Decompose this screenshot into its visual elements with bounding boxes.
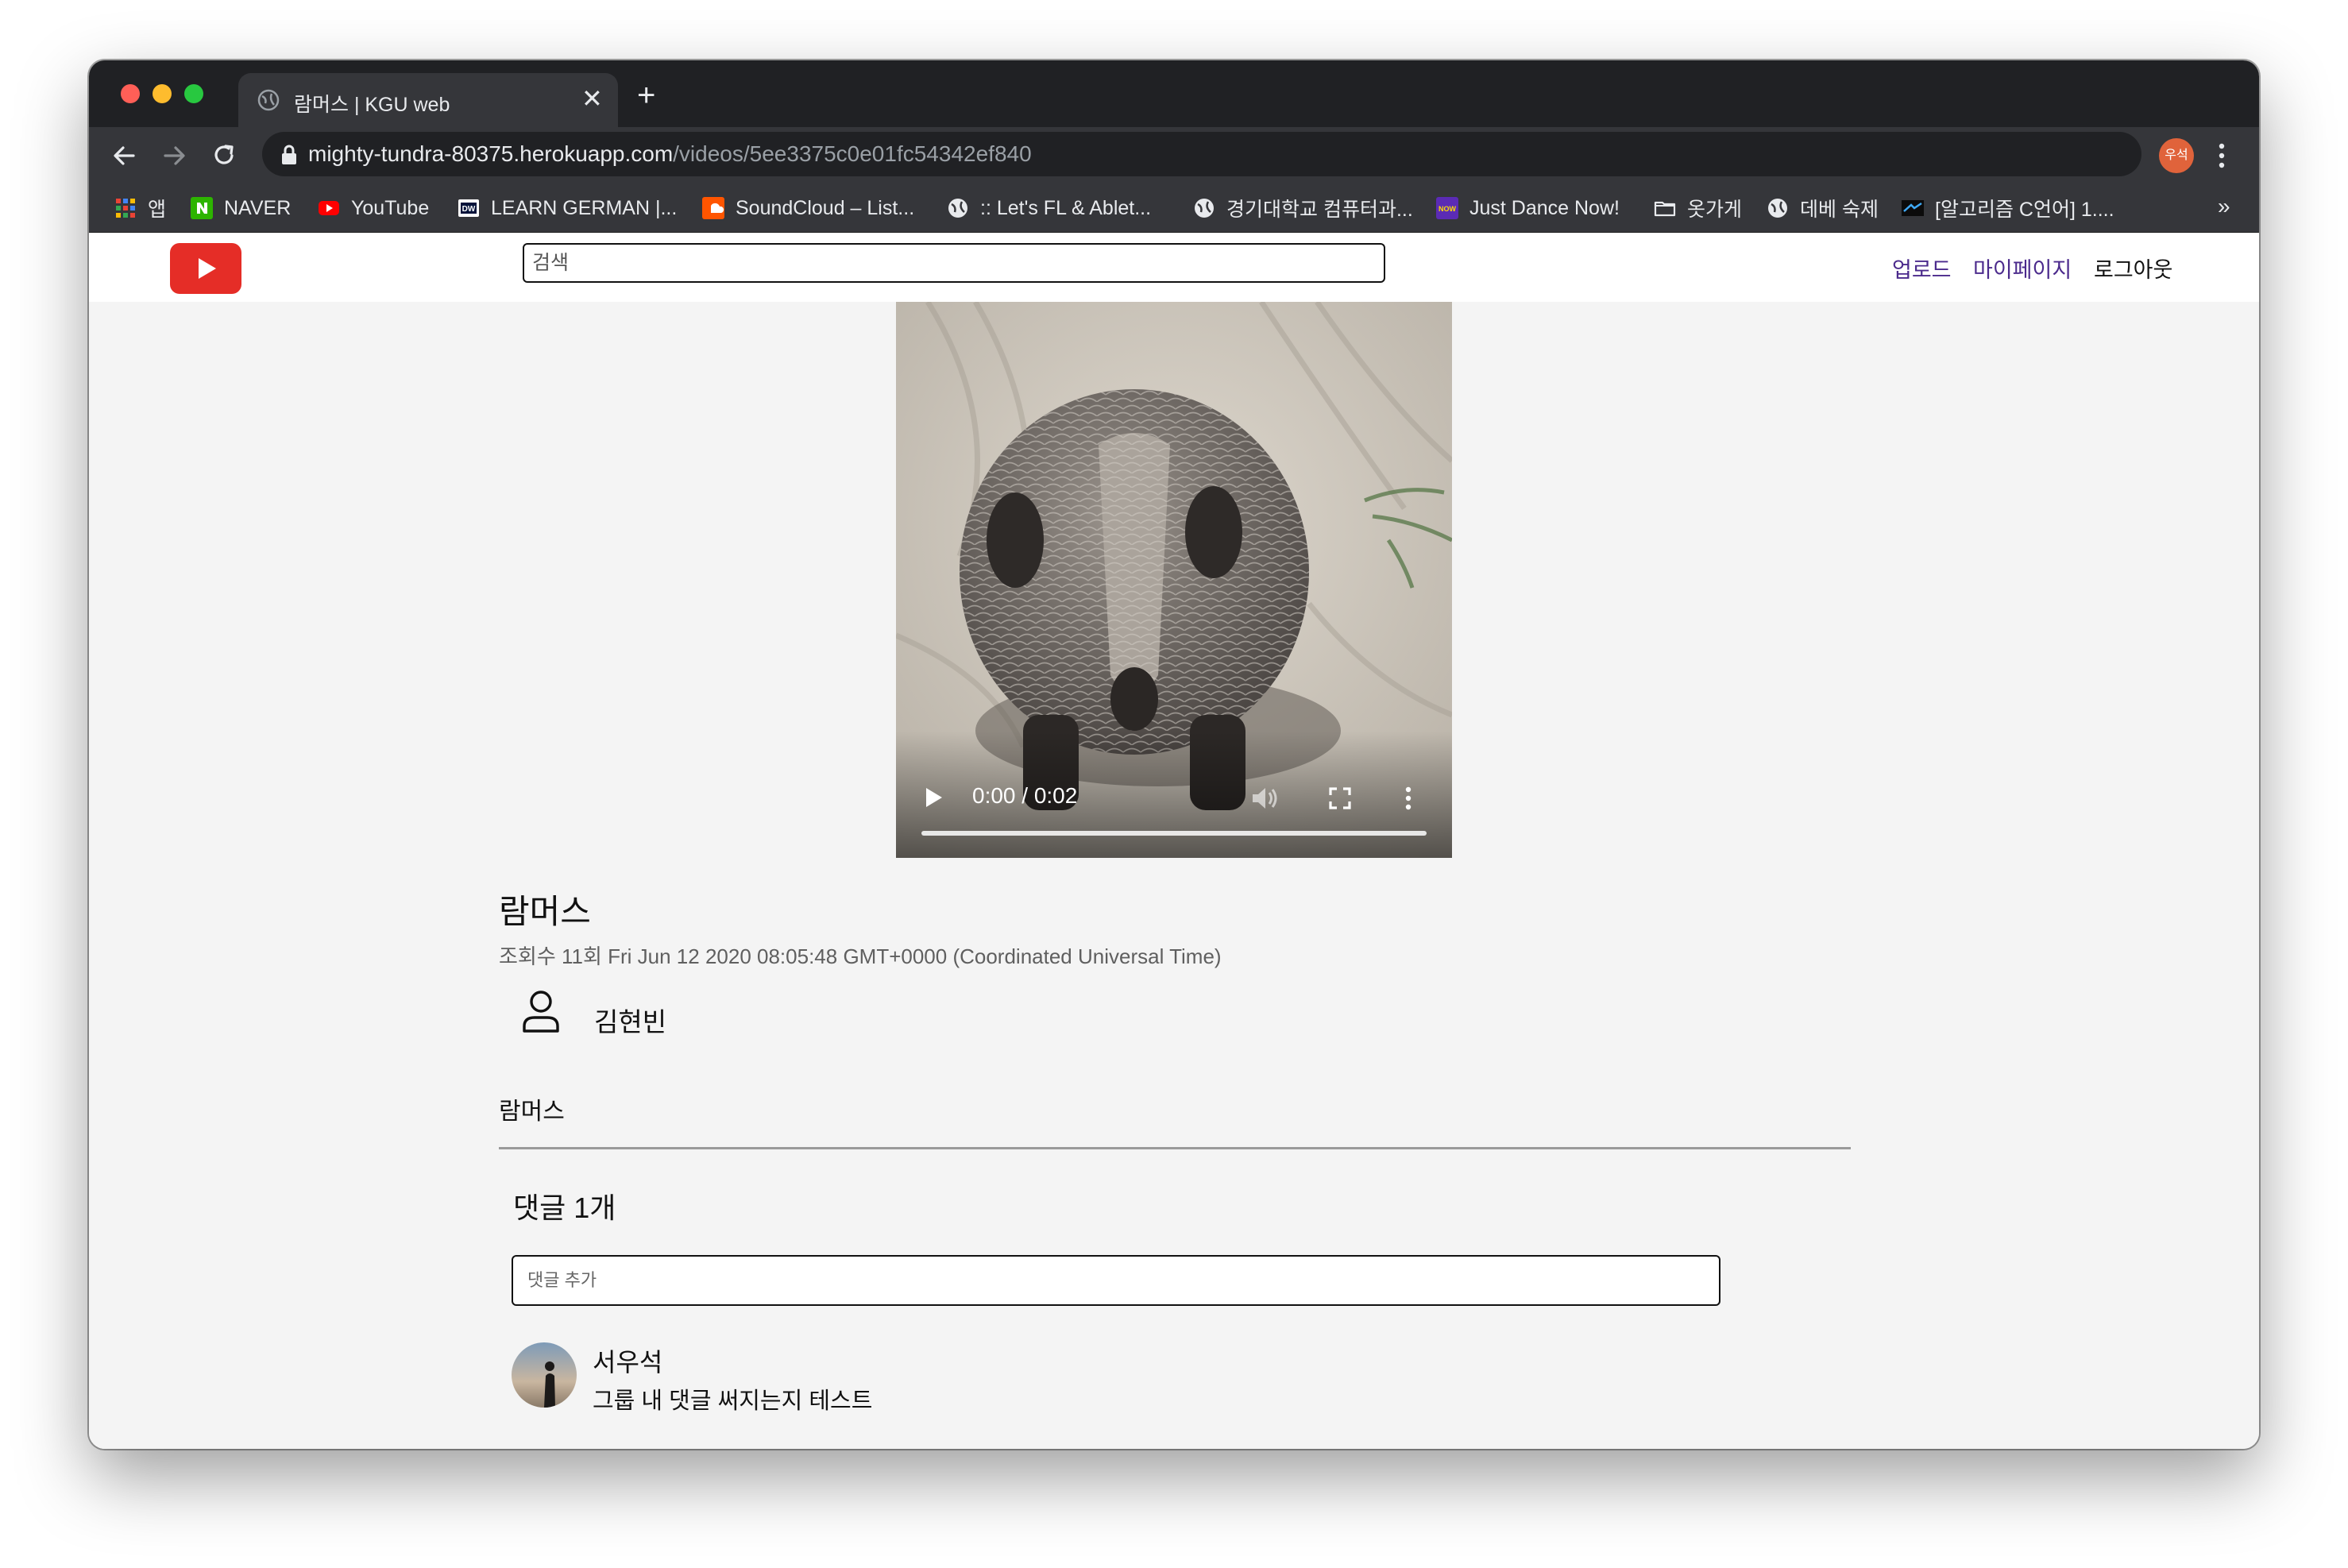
user-icon	[523, 991, 559, 1033]
url-path: /videos/5ee3375c0e01fc54342ef840	[673, 141, 1032, 166]
bookmark-naver[interactable]: NAVER	[191, 195, 291, 221]
bookmark-db-homework[interactable]: 데베 숙제	[1767, 195, 1879, 221]
search-input[interactable]	[523, 243, 1385, 283]
video-author[interactable]: 김현빈	[594, 1001, 666, 1039]
address-bar[interactable]: mighty-tundra-80375.herokuapp.com/videos…	[262, 132, 2141, 176]
soundcloud-icon	[702, 197, 724, 219]
apps-grid-icon	[116, 199, 135, 218]
upload-link[interactable]: 업로드	[1892, 253, 1952, 284]
tab-strip: 람머스 | KGU web ✕ +	[89, 60, 2259, 127]
svg-text:DW: DW	[462, 205, 476, 214]
bookmark-just-dance[interactable]: NOW Just Dance Now!	[1436, 195, 1620, 221]
bookmark-kgu-cs[interactable]: 경기대학교 컴퓨터과...	[1193, 195, 1413, 221]
back-arrow-icon[interactable]	[108, 140, 140, 172]
site-header: 업로드 마이페이지 로그아웃	[89, 234, 2259, 302]
youtube-icon	[319, 201, 339, 215]
lock-icon	[282, 145, 296, 164]
reload-icon[interactable]	[208, 140, 240, 172]
bookmark-learn-german[interactable]: DW LEARN GERMAN |...	[458, 195, 677, 221]
video-description: 람머스	[499, 1099, 565, 1125]
fullscreen-icon[interactable]	[1328, 786, 1352, 810]
volume-icon[interactable]	[1250, 785, 1279, 812]
tab-active[interactable]: 람머스 | KGU web ✕	[238, 73, 618, 127]
close-window-button[interactable]	[121, 84, 140, 103]
bookmark-label: NAVER	[224, 196, 292, 219]
video-title: 람머스	[499, 893, 591, 930]
svg-text:NOW: NOW	[1439, 205, 1457, 213]
url-text: mighty-tundra-80375.herokuapp.com/videos…	[308, 141, 1032, 167]
web-page: 업로드 마이페이지 로그아웃	[89, 234, 2259, 1449]
forward-arrow-icon[interactable]	[159, 140, 191, 172]
video-controls: 0:00 / 0:02	[896, 731, 1452, 858]
section-divider	[499, 1147, 1851, 1149]
bookmarks-overflow-button[interactable]: »	[2218, 194, 2230, 219]
browser-toolbar: mighty-tundra-80375.herokuapp.com/videos…	[89, 127, 2259, 184]
site-icon	[1902, 200, 1924, 216]
bookmark-apps[interactable]: 앱	[114, 195, 166, 221]
video-time: 0:00 / 0:02	[972, 783, 1078, 808]
url-host: mighty-tundra-80375.herokuapp.com	[308, 141, 674, 166]
video-meta: 조회수 11회 Fri Jun 12 2020 08:05:48 GMT+000…	[499, 944, 1222, 968]
logout-link[interactable]: 로그아웃	[2094, 253, 2172, 284]
bookmark-label: :: Let's FL & Ablet...	[980, 196, 1152, 219]
comment-text: 그룹 내 댓글 써지는지 테스트	[593, 1388, 873, 1414]
new-tab-button[interactable]: +	[637, 79, 655, 111]
bookmark-label: SoundCloud – List...	[736, 196, 915, 219]
comment-count: 댓글 1개	[513, 1191, 616, 1224]
browser-menu-icon[interactable]	[2218, 141, 2226, 170]
globe-icon	[1768, 199, 1787, 218]
globe-icon	[1195, 199, 1214, 218]
video-options-icon[interactable]	[1404, 785, 1412, 812]
comment-author[interactable]: 서우석	[593, 1342, 662, 1379]
tab-close-icon[interactable]: ✕	[581, 84, 603, 113]
bookmark-folder-clothes[interactable]: 옷가게	[1654, 195, 1742, 221]
bookmark-label: 앱	[148, 199, 167, 221]
bookmark-youtube[interactable]: YouTube	[318, 195, 429, 221]
tab-title: 람머스 | KGU web	[294, 94, 450, 116]
globe-icon	[948, 199, 967, 218]
bookmark-label: Just Dance Now!	[1469, 196, 1620, 219]
comment-input[interactable]	[512, 1255, 1720, 1306]
bookmark-label: 경기대학교 컴퓨터과...	[1226, 199, 1413, 221]
browser-window: 람머스 | KGU web ✕ + mighty-tundra-80375.he…	[89, 60, 2259, 1449]
bookmark-label: [알고리즘 C언어] 1....	[1935, 199, 2114, 221]
dw-icon: DW	[458, 199, 479, 217]
bookmark-soundcloud[interactable]: SoundCloud – List...	[702, 195, 914, 221]
youtube-logo-icon[interactable]	[170, 243, 241, 294]
bookmarks-bar: 앱 NAVER YouTube DW LEARN GERMAN |... Sou…	[89, 184, 2259, 233]
comment-avatar[interactable]	[512, 1342, 577, 1408]
globe-icon	[257, 89, 280, 111]
bookmark-label: 옷가게	[1687, 199, 1743, 221]
mypage-link[interactable]: 마이페이지	[1973, 253, 2072, 284]
play-icon[interactable]	[926, 788, 942, 807]
folder-icon	[1654, 201, 1676, 217]
bookmark-label: YouTube	[351, 196, 430, 219]
just-dance-icon: NOW	[1436, 197, 1458, 219]
naver-icon	[191, 197, 213, 219]
bookmark-lets-fl[interactable]: :: Let's FL & Ablet...	[947, 195, 1151, 221]
bookmark-algorithm-c[interactable]: [알고리즘 C언어] 1....	[1902, 195, 2114, 221]
video-progress-bar[interactable]	[921, 831, 1427, 836]
video-player[interactable]: 0:00 / 0:02	[896, 302, 1452, 858]
avatar-photo	[512, 1342, 577, 1408]
bookmark-label: LEARN GERMAN |...	[491, 196, 678, 219]
maximize-window-button[interactable]	[184, 84, 203, 103]
profile-avatar[interactable]: 우석	[2159, 138, 2194, 173]
bookmark-label: 데베 숙제	[1800, 199, 1879, 221]
minimize-window-button[interactable]	[153, 84, 172, 103]
